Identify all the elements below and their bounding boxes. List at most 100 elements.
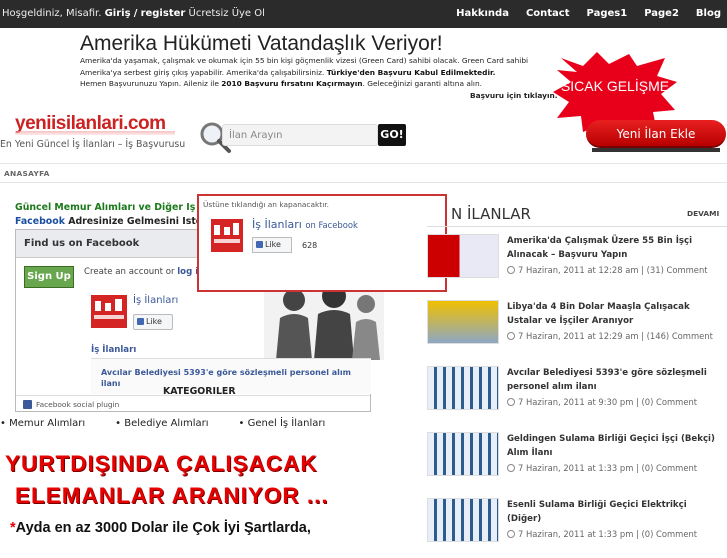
search-go-button[interactable]: GO!: [378, 124, 406, 146]
article-thumbnail: [427, 432, 499, 476]
nav-blog[interactable]: Blog: [696, 8, 721, 19]
banner-line2: ELEMANLAR ARANIYOR ...: [15, 483, 329, 508]
badge-text: SICAK GELİŞME: [560, 78, 670, 94]
welcome-text: Hoşgeldiniz, Misafir. Giriş / register Ü…: [2, 8, 265, 19]
notice-facebook-link[interactable]: Facebook: [15, 216, 65, 227]
search-box: İlan Arayın GO!: [198, 120, 408, 153]
article-title[interactable]: Amerika'da Çalışmak Üzere 55 Bin İşçi Al…: [507, 234, 722, 262]
article-date: 7 Haziran, 2011 at 1:33 pm: [518, 529, 634, 539]
notice-line2-rest: Adresinize Gelmesini İster m: [68, 216, 197, 227]
green-card-ad[interactable]: Amerika Hükümeti Vatandaşlık Veriyor! Am…: [0, 28, 727, 134]
nav-home[interactable]: ANASAYFA: [4, 169, 50, 178]
welcome-label: Hoşgeldiniz, Misafir.: [2, 8, 102, 19]
nav-page2[interactable]: Page2: [644, 8, 679, 19]
list-item[interactable]: Avcılar Belediyesi 5393'e göre sözleşmel…: [427, 366, 727, 426]
ad-headline: Amerika Hükümeti Vatandaşlık Veriyor!: [80, 32, 443, 55]
article-comments[interactable]: (0) Comment: [642, 529, 698, 539]
category-belediye[interactable]: • Belediye Alımları: [115, 418, 208, 429]
list-item[interactable]: Geldingen Sulama Birliği Geçici İşçi (Be…: [427, 432, 727, 492]
list-item[interactable]: Amerika'da Çalışmak Üzere 55 Bin İşçi Al…: [427, 234, 727, 294]
fb-plugin-footer: Facebook social plugin: [16, 395, 370, 412]
signup-link[interactable]: Ücretsiz Üye Ol: [189, 8, 265, 19]
clock-icon: [507, 464, 515, 472]
new-ad-button[interactable]: Yeni İlan Ekle: [586, 120, 726, 148]
article-thumbnail: [427, 498, 499, 542]
fb-plugin-label: Facebook social plugin: [36, 400, 120, 409]
article-thumbnail: [427, 366, 499, 410]
article-meta: 7 Haziran, 2011 at 12:28 am | (31) Comme…: [507, 265, 708, 275]
clock-icon: [507, 530, 515, 538]
top-bar: Hoşgeldiniz, Misafir. Giriş / register Ü…: [0, 0, 727, 28]
nav-contact[interactable]: Contact: [526, 8, 570, 19]
article-title[interactable]: Avcılar Belediyesi 5393'e göre sözleşmel…: [507, 366, 722, 394]
main-nav: ANASAYFA: [0, 163, 727, 183]
category-memur-label: Memur Alımları: [9, 418, 86, 429]
logo-reflection: [15, 131, 175, 135]
article-title[interactable]: Esenli Sulama Birliği Geçici Elektrikçi …: [507, 498, 722, 526]
article-date: 7 Haziran, 2011 at 1:33 pm: [518, 463, 634, 473]
list-item[interactable]: Libya'da 4 Bin Dolar Maaşla Çalışacak Us…: [427, 300, 727, 360]
ad-body-text3: . Geleceğinizi garanti altına alın.: [362, 79, 483, 88]
search-input[interactable]: İlan Arayın: [222, 124, 378, 146]
nav-pages1[interactable]: Pages1: [587, 8, 628, 19]
banner-line3: *Ayda en az 3000 Dolar ile Çok İyi Şartl…: [10, 520, 311, 536]
article-date: 7 Haziran, 2011 at 12:28 am: [518, 265, 639, 275]
fb-create-account: Create an account or log in: [84, 267, 204, 277]
notice-line2: Facebook Adresinize Gelmesini İster m: [15, 216, 197, 227]
category-genel[interactable]: • Genel İş İlanları: [239, 418, 326, 429]
category-belediye-label: Belediye Alımları: [124, 418, 209, 429]
article-title[interactable]: Geldingen Sulama Birliği Geçici İşçi (Be…: [507, 432, 722, 460]
categories-list: • Memur Alımları • Belediye Alımları • G…: [0, 418, 380, 429]
ad-apply-link[interactable]: Başvuru için tıklayın.: [470, 91, 558, 100]
separator: /: [133, 8, 138, 19]
people-silhouette-image: [264, 282, 384, 360]
banner-line3-text: Ayda en az 3000 Dolar ile Çok İyi Şartla…: [15, 520, 311, 536]
article-meta: 7 Haziran, 2011 at 12:29 am | (146) Comm…: [507, 331, 713, 341]
popup-on-facebook[interactable]: on Facebook: [305, 220, 357, 230]
list-item[interactable]: Esenli Sulama Birliği Geçici Elektrikçi …: [427, 498, 727, 558]
fb-create-text: Create an account or: [84, 267, 175, 277]
facebook-popup[interactable]: Üstüne tıklandığı an kapanacaktır. İş İl…: [197, 194, 447, 292]
clock-icon: [507, 398, 515, 406]
popup-page-name: İş İlanları on Facebook: [252, 218, 358, 231]
article-comments[interactable]: (146) Comment: [647, 331, 713, 341]
login-link[interactable]: Giriş: [105, 8, 131, 19]
category-genel-label: Genel İş İlanları: [247, 418, 326, 429]
ad-body-bold2: 2010 Başvuru fırsatını Kaçırmayın: [221, 79, 363, 88]
abroad-jobs-banner[interactable]: YURTDIŞINDA ÇALIŞACAK ELEMANLAR ARANIYOR…: [0, 444, 380, 545]
fb-signup-button[interactable]: Sign Up: [24, 266, 74, 288]
popup-like-button[interactable]: Like: [252, 237, 292, 253]
categories-title: KATEGORILER: [163, 386, 236, 397]
article-comments[interactable]: (0) Comment: [642, 397, 698, 407]
ad-body-bold1: Türkiye'den Başvuru Kabul Edilmektedir.: [326, 67, 496, 77]
clock-icon: [507, 332, 515, 340]
article-title[interactable]: Libya'da 4 Bin Dolar Maaşla Çalışacak Us…: [507, 300, 722, 328]
nav-about[interactable]: Hakkında: [456, 8, 509, 19]
recent-more-link[interactable]: DEVAMI: [687, 209, 719, 218]
article-thumbnail: [427, 234, 499, 278]
fb-page-thumbnail: [91, 295, 127, 328]
popup-page-link[interactable]: İş İlanları: [252, 218, 302, 231]
clock-icon: [507, 266, 515, 274]
article-meta: 7 Haziran, 2011 at 9:30 pm | (0) Comment: [507, 397, 697, 407]
article-meta: 7 Haziran, 2011 at 1:33 pm | (0) Comment: [507, 529, 697, 539]
category-memur[interactable]: • Memur Alımları: [0, 418, 85, 429]
ad-body-text2: Hemen Başvurunuzu Yapın. Aileniz ile: [80, 79, 219, 88]
article-thumbnail: [427, 300, 499, 344]
top-nav: Hakkında Contact Pages1 Page2 Blog: [456, 8, 721, 19]
register-link[interactable]: register: [141, 8, 186, 19]
notice-line1[interactable]: Güncel Memur Alımları ve Diğer İş İlan: [15, 202, 197, 213]
fb-like-button[interactable]: Like: [133, 314, 173, 330]
article-comments[interactable]: (31) Comment: [647, 265, 708, 275]
facebook-icon: [23, 400, 32, 409]
article-date: 7 Haziran, 2011 at 9:30 pm: [518, 397, 634, 407]
fb-page-name[interactable]: İş İlanları: [133, 295, 178, 306]
article-date: 7 Haziran, 2011 at 12:29 am: [518, 331, 639, 341]
fb-stream-page[interactable]: İş İlanları: [91, 345, 136, 355]
article-comments[interactable]: (0) Comment: [642, 463, 698, 473]
recent-title: N İLANLAR: [451, 205, 531, 223]
popup-like-count: 628: [302, 241, 318, 250]
ad-body: Amerika'da yaşamak, çalışmak ve okumak i…: [80, 55, 550, 90]
popup-message: Üstüne tıklandığı an kapanacaktır.: [203, 200, 329, 209]
divider: [427, 226, 727, 227]
